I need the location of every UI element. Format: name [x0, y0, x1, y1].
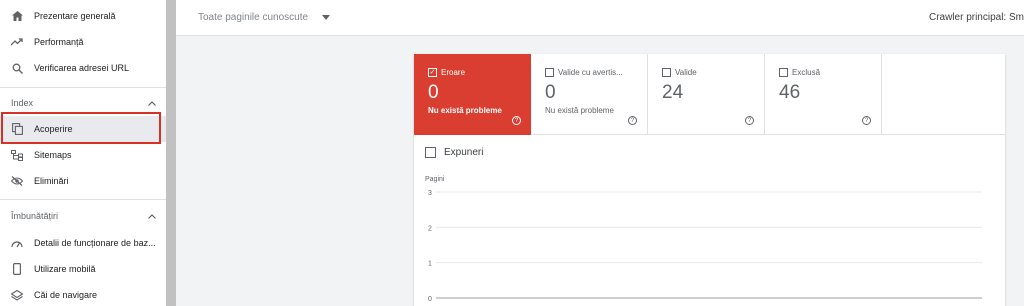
page-filter-dropdown[interactable]: Toate paginile cunoscute: [198, 12, 331, 23]
tile-error[interactable]: ✓ Eroare 0 Nu există probleme ?: [414, 54, 531, 135]
sidebar-item-label: Eliminări: [34, 176, 69, 186]
sidebar-item-removals[interactable]: Eliminări: [0, 168, 166, 194]
sidebar-item-mobile-usability[interactable]: Utilizare mobilă: [0, 256, 166, 282]
y-tick-label: 1: [428, 261, 432, 268]
tile-label-text: Eroare: [441, 68, 466, 77]
pages-chart: Pagini 3 2 1 0: [425, 176, 982, 303]
eye-off-icon: [11, 175, 23, 187]
checkbox-icon[interactable]: [779, 68, 788, 77]
y-tick-label: 3: [428, 190, 432, 197]
tile-count: 24: [662, 82, 684, 103]
tile-label-text: Valide cu avertis...: [558, 68, 623, 77]
checkbox-icon[interactable]: [425, 147, 436, 158]
coverage-card: ✓ Eroare 0 Nu există probleme ? Valide c…: [414, 54, 1005, 306]
chevron-up-icon: [148, 211, 156, 221]
tile-subtext: Nu există probleme: [428, 106, 502, 115]
tile-label-text: Exclusă: [792, 68, 821, 77]
crawler-label: Crawler principal: Sm: [928, 12, 1024, 23]
help-icon[interactable]: ?: [862, 116, 871, 125]
tile-label: Valide: [662, 68, 764, 77]
layers-icon: [11, 289, 23, 301]
sidebar-item-label: Performanță: [34, 37, 84, 47]
trending-icon: [11, 36, 23, 48]
sidebar-item-label: Sitemaps: [34, 150, 72, 160]
sidebar-item-performance[interactable]: Performanță: [0, 29, 166, 55]
home-icon: [11, 10, 23, 22]
checkbox-icon[interactable]: [545, 68, 554, 77]
help-icon[interactable]: ?: [628, 116, 637, 125]
tile-label: Exclusă: [779, 68, 881, 77]
divider: [0, 199, 166, 200]
tile-valid[interactable]: Valide 24 ?: [648, 54, 765, 135]
sidebar-item-sitemaps[interactable]: Sitemaps: [0, 142, 166, 168]
help-icon[interactable]: ?: [512, 116, 521, 125]
tile-count: 0: [545, 82, 556, 103]
y-tick-label: 2: [428, 225, 432, 232]
tile-valid-with-warnings[interactable]: Valide cu avertis... 0 Nu există problem…: [531, 54, 648, 135]
chevron-up-icon: [148, 98, 156, 108]
sidebar-item-breadcrumbs[interactable]: Căi de navigare: [0, 282, 166, 306]
section-title: Îmbunătățiri: [11, 211, 59, 221]
search-icon: [11, 62, 23, 74]
y-axis-label: Pagini: [425, 176, 445, 183]
help-icon[interactable]: ?: [745, 116, 754, 125]
impressions-toggle[interactable]: Expuneri: [425, 147, 483, 158]
sidebar-item-core-web-vitals[interactable]: Detalii de funcționare de baz...: [0, 230, 166, 256]
sidebar-scrollbar[interactable]: [166, 0, 176, 306]
tile-excluded[interactable]: Exclusă 46 ?: [765, 54, 882, 135]
tile-label: ✓ Eroare: [428, 68, 531, 77]
sidebar-item-label: Căi de navigare: [34, 290, 98, 300]
filter-label: Toate paginile cunoscute: [198, 12, 309, 23]
tile-label: Valide cu avertis...: [545, 68, 647, 77]
topbar: Toate paginile cunoscute Crawler princip…: [176, 0, 1024, 36]
speed-icon: [11, 237, 23, 249]
sidebar-item-label: Prezentare generală: [34, 11, 116, 21]
dropdown-arrow-icon: [322, 12, 331, 23]
tile-subtext: Nu există probleme: [545, 106, 614, 115]
sidebar-item-url-inspection[interactable]: Verificarea adresei URL: [0, 55, 166, 81]
section-title: Index: [11, 98, 34, 108]
section-improvements-header[interactable]: Îmbunătățiri: [11, 209, 156, 223]
checkbox-icon[interactable]: [662, 68, 671, 77]
sidebar: Prezentare generală Performanță Verifica…: [0, 0, 166, 306]
divider: [0, 87, 166, 88]
highlight-box: [1, 112, 161, 144]
sidebar-item-label: Detalii de funcționare de baz...: [34, 238, 156, 248]
tile-count: 0: [428, 82, 439, 103]
status-tiles: ✓ Eroare 0 Nu există probleme ? Valide c…: [414, 54, 1005, 135]
sidebar-item-label: Utilizare mobilă: [34, 264, 96, 274]
sidebar-item-label: Verificarea adresei URL: [34, 63, 130, 73]
impressions-label: Expuneri: [444, 147, 484, 158]
sitemap-icon: [11, 149, 23, 161]
checkbox-checked-icon[interactable]: ✓: [428, 68, 437, 77]
y-tick-label: 0: [428, 296, 432, 303]
sidebar-item-overview[interactable]: Prezentare generală: [0, 3, 166, 29]
tile-count: 46: [779, 82, 801, 103]
tile-label-text: Valide: [675, 68, 697, 77]
section-index-header[interactable]: Index: [11, 96, 156, 110]
phone-icon: [11, 263, 23, 275]
